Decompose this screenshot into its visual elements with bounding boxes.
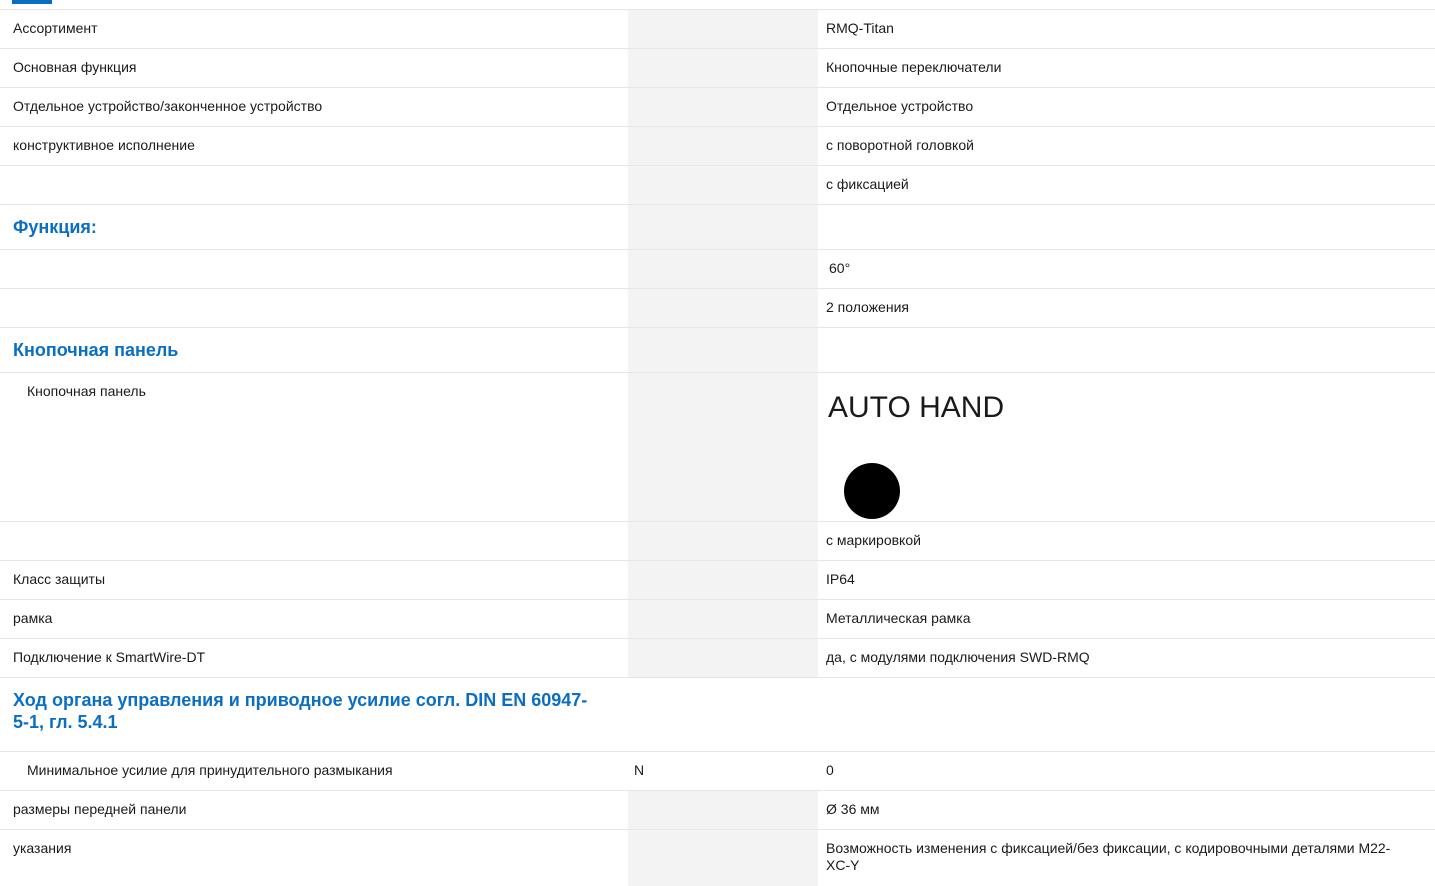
row-value: с поворотной головкой: [826, 127, 1435, 154]
table-row: Минимальное усилие для принудительного р…: [0, 752, 1435, 791]
row-label: Основная функция: [13, 49, 628, 76]
indicator-dot-icon: [844, 463, 900, 519]
table-row: Кнопочная панель AUTO HAND: [0, 373, 1435, 522]
row-label: Класс защиты: [13, 561, 628, 588]
row-label: [13, 289, 628, 299]
section-header-fragment: [12, 0, 52, 4]
section-title: Ход органа управления и приводное усилие…: [13, 678, 598, 733]
row-value: Отдельное устройство: [826, 88, 1435, 115]
row-value: Кнопочные переключатели: [826, 49, 1435, 76]
row-label: Ассортимент: [13, 10, 628, 37]
table-row: Ассортимент RMQ-Titan: [0, 10, 1435, 49]
table-row: указания Возможность изменения с фиксаци…: [0, 830, 1435, 886]
row-value: Металлическая рамка: [826, 600, 1435, 627]
table-row: Отдельное устройство/законченное устройс…: [0, 88, 1435, 127]
table-row: размеры передней панели Ø 36 мм: [0, 791, 1435, 830]
section-title: Кнопочная панель: [13, 328, 628, 361]
row-value: IP64: [826, 561, 1435, 588]
row-label: указания: [13, 830, 628, 857]
table-row: Основная функция Кнопочные переключатели: [0, 49, 1435, 88]
row-label: рамка: [13, 600, 628, 627]
row-value: Возможность изменения с фиксацией/без фи…: [826, 830, 1395, 874]
row-label: Отдельное устройство/законченное устройс…: [13, 88, 628, 115]
table-row: конструктивное исполнение с поворотной г…: [0, 127, 1435, 166]
section-row-panel: Кнопочная панель: [0, 328, 1435, 373]
row-label: конструктивное исполнение: [13, 127, 628, 154]
table-row: с фиксацией: [0, 166, 1435, 205]
row-value: 0: [826, 752, 1435, 779]
section-title: Функция:: [13, 205, 628, 238]
table-row: 2 положения: [0, 289, 1435, 328]
row-value: с маркировкой: [826, 522, 1435, 549]
row-value: RMQ-Titan: [826, 10, 1435, 37]
row-value: да, с модулями подключения SWD-RMQ: [826, 639, 1435, 666]
table-row: рамка Металлическая рамка: [0, 600, 1435, 639]
row-value: с фиксацией: [826, 166, 1435, 193]
section-row-function: Функция:: [0, 205, 1435, 250]
row-label: [13, 166, 628, 176]
spec-table: Ассортимент RMQ-Titan Основная функция К…: [0, 9, 1435, 886]
table-row: Класс защиты IP64: [0, 561, 1435, 600]
row-unit: N: [634, 752, 742, 779]
section-row-force: Ход органа управления и приводное усилие…: [0, 678, 1435, 752]
panel-legend-text: AUTO HAND: [828, 391, 1435, 425]
row-label: Минимальное усилие для принудительного р…: [27, 752, 628, 779]
row-value: Ø 36 мм: [826, 791, 1435, 818]
row-label: Кнопочная панель: [27, 373, 628, 400]
row-label: Подключение к SmartWire-DT: [13, 639, 628, 666]
row-label: [13, 250, 628, 260]
row-value: 2 положения: [826, 289, 1435, 316]
row-value: 60°: [826, 250, 1435, 277]
table-row: Подключение к SmartWire-DT да, с модулям…: [0, 639, 1435, 678]
table-row: с маркировкой: [0, 522, 1435, 561]
row-label: размеры передней панели: [13, 791, 628, 818]
table-row: 60°: [0, 250, 1435, 289]
